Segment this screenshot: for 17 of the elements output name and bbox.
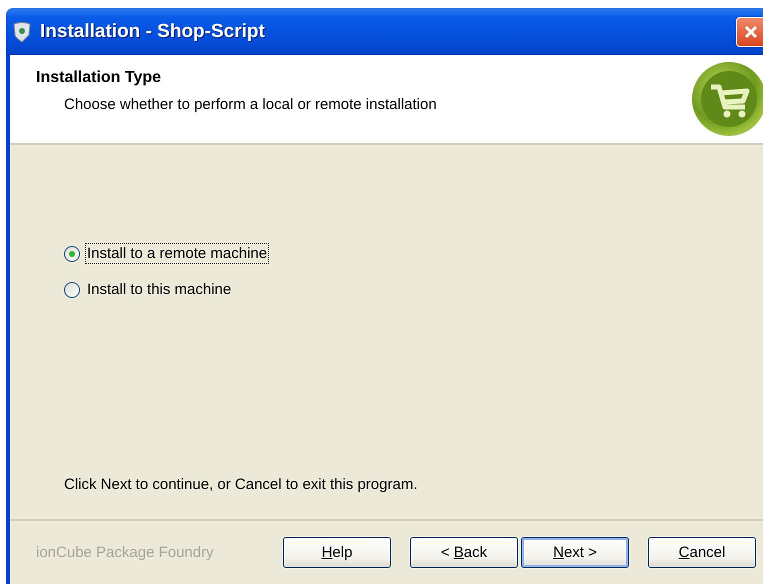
option-label[interactable]: Install to this machine	[85, 279, 234, 300]
dialog-button[interactable]: < Back	[410, 537, 518, 568]
brand-label: ionCube Package Foundry	[36, 544, 215, 561]
page-subtitle: Choose whether to perform a local or remote installation	[64, 96, 438, 113]
shield-icon	[12, 20, 32, 42]
close-icon	[743, 24, 759, 40]
radio-button[interactable]	[64, 246, 80, 262]
close-button[interactable]	[736, 16, 763, 46]
dialog-button[interactable]: Cancel	[648, 537, 756, 568]
window-title: Installation - Shop-Script	[40, 20, 265, 42]
option-label[interactable]: Install to a remote machine	[85, 243, 270, 264]
dialog-button[interactable]: Help	[283, 537, 391, 568]
radio-button[interactable]	[64, 282, 80, 298]
instruction-text: Click Next to continue, or Cancel to exit this program.	[64, 476, 418, 493]
cart-logo-icon	[691, 61, 763, 137]
dialog-button[interactable]: Next >	[521, 537, 629, 568]
page-title: Installation Type	[36, 69, 162, 87]
